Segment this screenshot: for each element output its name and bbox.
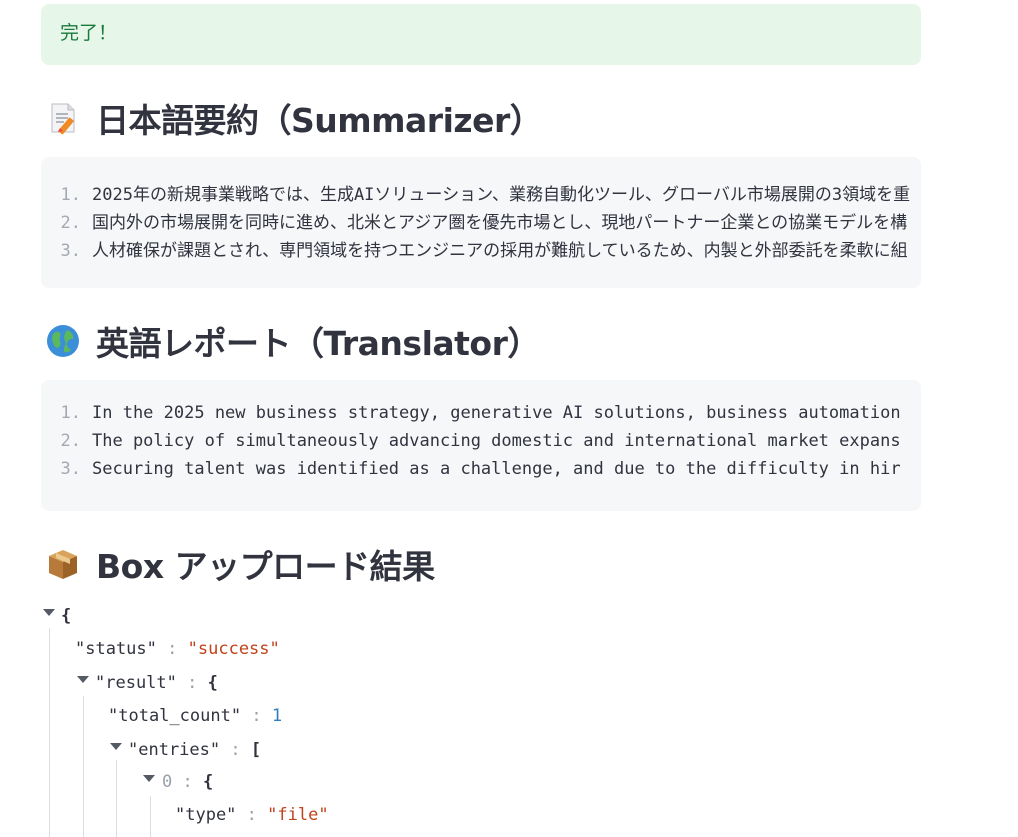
json-guide [83,696,84,837]
list-item: 2. The policy of simultaneously advancing… [60,431,901,451]
memo-pencil-icon [46,101,80,135]
list-item: 3. Securing talent was identified as a ch… [60,459,901,479]
json-total-count-row: "total_count" : 1 [108,706,283,726]
json-entry-0-row: 0 : { [162,772,214,792]
json-root-open: { [61,606,72,626]
translator-title: 英語レポート（Translator） [96,324,540,363]
globe-icon [46,324,80,358]
list-item: 1. 2025年の新規事業戦略では、生成AIソリューション、業務自動化ツール、グロ… [60,185,911,205]
success-message: 完了！ [60,22,118,44]
list-item: 1. In the 2025 new business strategy, gen… [60,403,901,423]
json-type-row: "type" : "file" [175,805,329,825]
collapse-toggle-entries[interactable] [110,743,122,750]
json-guide [49,628,50,837]
collapse-toggle-result[interactable] [77,676,89,683]
summarizer-code-block: 1. 2025年の新規事業戦略では、生成AIソリューション、業務自動化ツール、グロ… [41,157,921,288]
json-result-row: "result" : { [95,673,218,693]
app-page: 完了！ 日本語要約（Summarizer） 1. 2025年の新規事業戦略では、… [0,0,1018,837]
json-status-row: "status" : "success" [75,639,280,659]
collapse-toggle-entry-0[interactable] [143,775,155,782]
json-guide [150,796,151,837]
translator-heading: 英語レポート（Translator） [46,317,540,365]
list-item: 2. 国内外の市場展開を同時に進め、北米とアジア圏を優先市場とし、現地パートナー企… [60,213,908,233]
summarizer-title: 日本語要約（Summarizer） [96,101,543,140]
box-upload-heading: Box アップロード結果 [46,540,435,588]
summarizer-heading: 日本語要約（Summarizer） [46,94,543,142]
list-item: 3. 人材確保が課題とされ、専門領域を持つエンジニアの採用が難航しているため、内製… [60,241,908,261]
box-upload-title: Box アップロード結果 [96,547,435,586]
json-guide [116,760,117,837]
json-viewer: { "status" : "success" "result" : { "tot… [0,600,880,837]
json-entries-row: "entries" : [ [128,740,262,760]
package-icon [46,547,80,581]
success-alert: 完了！ [41,4,921,65]
translator-code-block: 1. In the 2025 new business strategy, gen… [41,380,921,511]
collapse-toggle-root[interactable] [43,609,55,616]
